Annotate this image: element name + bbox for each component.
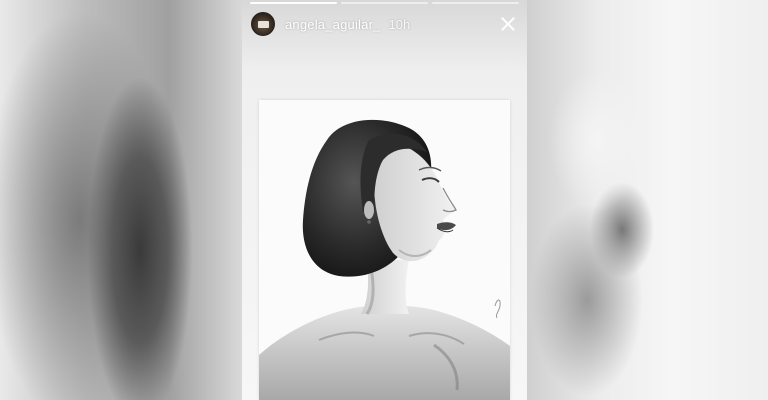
profile-avatar[interactable]: [251, 12, 275, 36]
progress-segment: [250, 2, 337, 4]
blurred-backdrop-left: [0, 0, 242, 400]
story-image-pencil-portrait: [259, 100, 510, 400]
username-link[interactable]: angela_aguilar_: [285, 17, 381, 32]
progress-segment: [432, 2, 519, 4]
story-progress-bar: [250, 2, 519, 4]
story-viewer[interactable]: angela_aguilar_ 10h: [242, 0, 527, 400]
close-icon[interactable]: [499, 15, 517, 33]
story-header: angela_aguilar_ 10h: [251, 11, 517, 37]
post-time: 10h: [388, 16, 411, 32]
blurred-backdrop-right: [527, 0, 768, 400]
progress-segment: [341, 2, 428, 4]
